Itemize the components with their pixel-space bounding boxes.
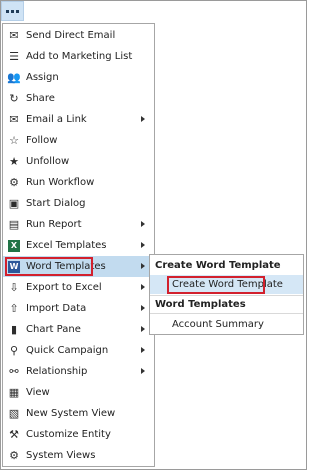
menu-item-label: Add to Marketing List bbox=[26, 51, 133, 62]
campaign-icon: ⚲ bbox=[9, 343, 19, 357]
create-word-template-header: Create Word Template bbox=[155, 260, 281, 271]
menu-item-label: Export to Excel bbox=[26, 282, 102, 293]
ellipsis-icon bbox=[6, 9, 9, 13]
menu-item-label: Email a Link bbox=[26, 114, 87, 125]
link-icon: ✉ bbox=[9, 112, 19, 126]
menu-item-run-report[interactable]: ▤ Run Report bbox=[3, 214, 154, 235]
menu-item-word-templates[interactable]: W Word Templates bbox=[3, 256, 154, 277]
submenu-divider bbox=[150, 313, 303, 314]
create-word-template-item[interactable]: Create Word Template bbox=[150, 275, 303, 294]
submenu-arrow-icon bbox=[141, 242, 145, 248]
menu-item-label: Assign bbox=[26, 72, 59, 83]
report-icon: ▤ bbox=[8, 217, 20, 231]
menu-item-new-system-view[interactable]: ▧ New System View bbox=[3, 403, 154, 424]
submenu-arrow-icon bbox=[141, 263, 145, 269]
menu-item-label: Quick Campaign bbox=[26, 345, 109, 356]
menu-item-email-a-link[interactable]: ✉ Email a Link bbox=[3, 109, 154, 130]
submenu-arrow-icon bbox=[141, 116, 145, 122]
menu-item-label: Relationship bbox=[26, 366, 88, 377]
menu-item-label: Customize Entity bbox=[26, 429, 111, 440]
menu-item-label: Run Workflow bbox=[26, 177, 95, 188]
menu-item-label: Follow bbox=[26, 135, 58, 146]
word-templates-submenu: Create Word Template Create Word Templat… bbox=[149, 254, 304, 335]
menu-item-label: Start Dialog bbox=[26, 198, 86, 209]
star-filled-icon: ★ bbox=[9, 154, 19, 168]
chart-icon: ▮ bbox=[10, 322, 18, 336]
menu-item-run-workflow[interactable]: ⚙ Run Workflow bbox=[3, 172, 154, 193]
menu-item-label: Share bbox=[26, 93, 55, 104]
star-outline-icon: ☆ bbox=[9, 133, 19, 147]
submenu-divider bbox=[150, 295, 303, 296]
menu-item-start-dialog[interactable]: ▣ Start Dialog bbox=[3, 193, 154, 214]
menu-item-customize-entity[interactable]: ⚒ Customize Entity bbox=[3, 424, 154, 445]
menu-item-add-to-marketing-list[interactable]: ☰ Add to Marketing List bbox=[3, 46, 154, 67]
highlight-box bbox=[167, 276, 265, 294]
menu-item-import-data[interactable]: ⇧ Import Data bbox=[3, 298, 154, 319]
workflow-icon: ⚙ bbox=[9, 175, 19, 189]
customize-icon: ⚒ bbox=[9, 427, 19, 441]
menu-item-export-to-excel[interactable]: ⇩ Export to Excel bbox=[3, 277, 154, 298]
submenu-arrow-icon bbox=[141, 305, 145, 311]
account-summary-item[interactable]: Account Summary bbox=[150, 315, 303, 334]
import-icon: ⇧ bbox=[9, 301, 19, 315]
excel-icon: X bbox=[8, 239, 20, 252]
view-icon: ▦ bbox=[8, 385, 20, 399]
menu-item-label: Excel Templates bbox=[26, 240, 107, 251]
share-icon: ↻ bbox=[9, 91, 19, 105]
menu-item-follow[interactable]: ☆ Follow bbox=[3, 130, 154, 151]
account-summary-label: Account Summary bbox=[172, 319, 264, 330]
system-views-icon: ⚙ bbox=[9, 448, 19, 462]
menu-item-label: Import Data bbox=[26, 303, 87, 314]
menu-item-view[interactable]: ▦ View bbox=[3, 382, 154, 403]
menu-item-assign[interactable]: 👥 Assign bbox=[3, 67, 154, 88]
ellipsis-dot bbox=[16, 9, 19, 13]
menu-item-share[interactable]: ↻ Share bbox=[3, 88, 154, 109]
export-excel-icon: ⇩ bbox=[9, 280, 19, 294]
submenu-arrow-icon bbox=[141, 368, 145, 374]
list-icon: ☰ bbox=[9, 49, 19, 63]
menu-item-quick-campaign[interactable]: ⚲ Quick Campaign bbox=[3, 340, 154, 361]
word-templates-header: Word Templates bbox=[155, 299, 246, 310]
menu-item-excel-templates[interactable]: X Excel Templates bbox=[3, 235, 154, 256]
menu-item-send-direct-email[interactable]: ✉ Send Direct Email bbox=[3, 25, 154, 46]
new-view-icon: ▧ bbox=[8, 406, 20, 420]
envelope-icon: ✉ bbox=[9, 28, 19, 42]
menu-item-label: View bbox=[26, 387, 50, 398]
menu-item-unfollow[interactable]: ★ Unfollow bbox=[3, 151, 154, 172]
dialog-icon: ▣ bbox=[8, 196, 20, 210]
submenu-arrow-icon bbox=[141, 284, 145, 290]
menu-item-label: New System View bbox=[26, 408, 116, 419]
menu-item-label: Unfollow bbox=[26, 156, 70, 167]
more-commands-button[interactable] bbox=[1, 1, 24, 21]
ellipsis-dot bbox=[11, 9, 14, 13]
highlight-box bbox=[5, 257, 93, 276]
menu-item-chart-pane[interactable]: ▮ Chart Pane bbox=[3, 319, 154, 340]
menu-item-label: Chart Pane bbox=[26, 324, 81, 335]
submenu-arrow-icon bbox=[141, 326, 145, 332]
submenu-arrow-icon bbox=[141, 221, 145, 227]
menu-item-label: System Views bbox=[26, 450, 96, 461]
menu-item-system-views[interactable]: ⚙ System Views bbox=[3, 445, 154, 466]
menu-item-relationship[interactable]: ⚯ Relationship bbox=[3, 361, 154, 382]
menu-item-label: Send Direct Email bbox=[26, 30, 116, 41]
menu-item-label: Run Report bbox=[26, 219, 82, 230]
submenu-arrow-icon bbox=[141, 347, 145, 353]
command-menu: ✉ Send Direct Email ☰ Add to Marketing List… bbox=[2, 23, 155, 467]
relationship-icon: ⚯ bbox=[9, 364, 19, 378]
people-icon: 👥 bbox=[7, 70, 21, 84]
